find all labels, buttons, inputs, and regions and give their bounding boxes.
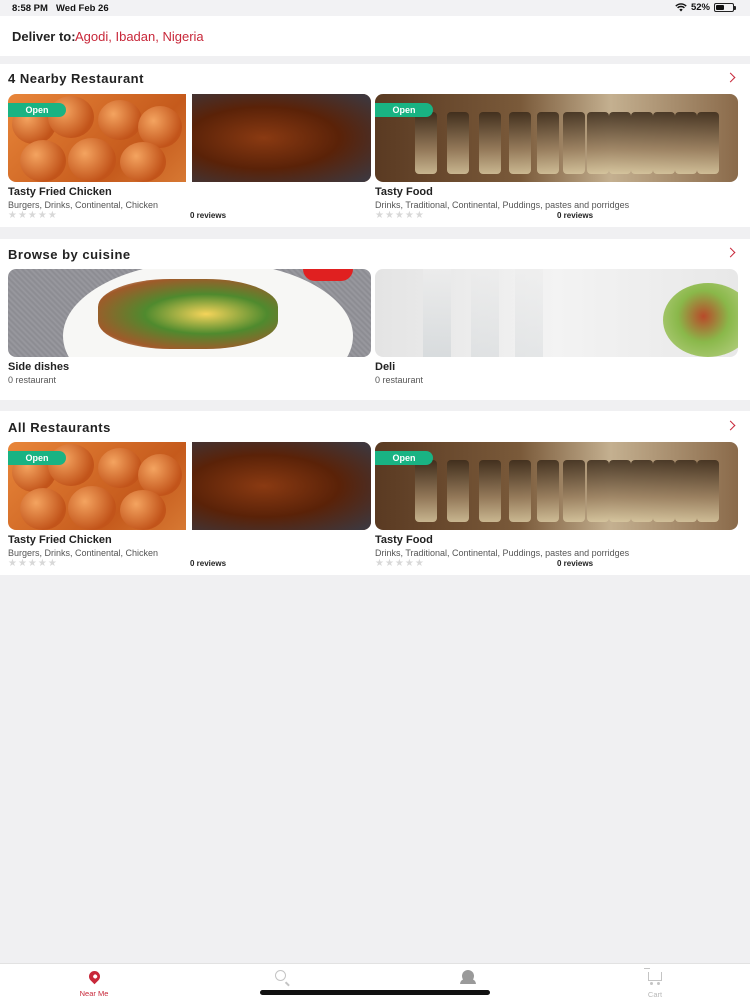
section-title: Browse by cuisine (8, 247, 131, 262)
deliver-label: Deliver to: (12, 29, 76, 44)
chevron-right-icon[interactable] (725, 247, 736, 258)
battery-percent: 52% (690, 2, 710, 13)
restaurant-image: Open (375, 442, 738, 530)
all-restaurants-section: All Restaurants Open Tasty Fried Chicken… (0, 411, 750, 575)
open-badge: Open (375, 451, 433, 465)
restaurant-card[interactable]: Open Tasty Food Drinks, Traditional, Con… (375, 442, 738, 569)
status-date: Wed Feb 26 (56, 3, 109, 14)
home-indicator (260, 990, 490, 995)
cuisine-card[interactable]: Deli 0 restaurant (375, 269, 738, 385)
tab-cart[interactable]: Cart (625, 968, 685, 999)
rating-stars: ★★★★★ (8, 210, 58, 221)
cuisine-section: Browse by cuisine Side dishes 0 restaura… (0, 239, 750, 400)
restaurant-card[interactable]: Open Tasty Fried Chicken Burgers, Drinks… (8, 442, 371, 569)
battery-icon (714, 3, 736, 12)
restaurant-name: Tasty Fried Chicken (8, 186, 112, 198)
tab-search[interactable] (250, 968, 310, 988)
deliver-bar[interactable]: Deliver to: Agodi, Ibadan, Nigeria (0, 16, 750, 56)
tab-profile[interactable] (438, 968, 498, 988)
restaurant-name: Tasty Food (375, 534, 433, 546)
rating-stars: ★★★★★ (375, 558, 425, 569)
section-title: All Restaurants (8, 420, 111, 435)
cuisine-image (375, 269, 738, 357)
wifi-icon (675, 3, 687, 12)
restaurant-image: Open (8, 94, 371, 182)
cuisine-name: Side dishes (8, 361, 70, 373)
review-count: 0 reviews (190, 559, 227, 568)
restaurant-tags: Drinks, Traditional, Continental, Puddin… (375, 548, 630, 558)
restaurant-tags: Burgers, Drinks, Continental, Chicken (8, 200, 159, 210)
cart-icon (644, 968, 662, 985)
restaurant-tags: Burgers, Drinks, Continental, Chicken (8, 548, 159, 558)
cuisine-card[interactable]: Side dishes 0 restaurant (8, 269, 371, 385)
tab-near-me[interactable]: Near Me (64, 968, 124, 998)
restaurant-card[interactable]: Open Tasty Fried Chicken Burgers, Drinks… (8, 94, 371, 221)
tab-label: Near Me (79, 989, 109, 998)
restaurant-name: Tasty Fried Chicken (8, 534, 112, 546)
cuisine-image (8, 269, 371, 357)
open-badge: Open (375, 103, 433, 117)
nearby-section: 4 Nearby Restaurant Open Tasty Fried Chi… (0, 64, 750, 227)
restaurant-card[interactable]: Open Tasty Food Drinks, Traditional, Con… (375, 94, 738, 221)
chevron-right-icon[interactable] (725, 72, 736, 83)
restaurant-image: Open (8, 442, 371, 530)
rating-stars: ★★★★★ (8, 558, 58, 569)
rating-stars: ★★★★★ (375, 210, 425, 221)
review-count: 0 reviews (557, 559, 594, 568)
status-time: 8:58 PM (12, 3, 48, 14)
location-pin-icon (86, 968, 102, 985)
restaurant-tags: Drinks, Traditional, Continental, Puddin… (375, 200, 630, 210)
review-count: 0 reviews (190, 211, 227, 220)
cuisine-count: 0 restaurant (375, 375, 424, 385)
open-badge: Open (8, 451, 66, 465)
open-badge: Open (8, 103, 66, 117)
section-title: 4 Nearby Restaurant (8, 71, 144, 86)
tab-label: Cart (647, 990, 663, 999)
chevron-right-icon[interactable] (725, 420, 736, 431)
search-icon (274, 970, 286, 981)
restaurant-name: Tasty Food (375, 186, 433, 198)
status-bar: 8:58 PM Wed Feb 26 52% (0, 0, 750, 16)
cuisine-name: Deli (375, 361, 396, 373)
profile-icon (460, 970, 476, 984)
review-count: 0 reviews (557, 211, 594, 220)
restaurant-image: Open (375, 94, 738, 182)
deliver-location[interactable]: Agodi, Ibadan, Nigeria (75, 29, 204, 44)
cuisine-count: 0 restaurant (8, 375, 57, 385)
